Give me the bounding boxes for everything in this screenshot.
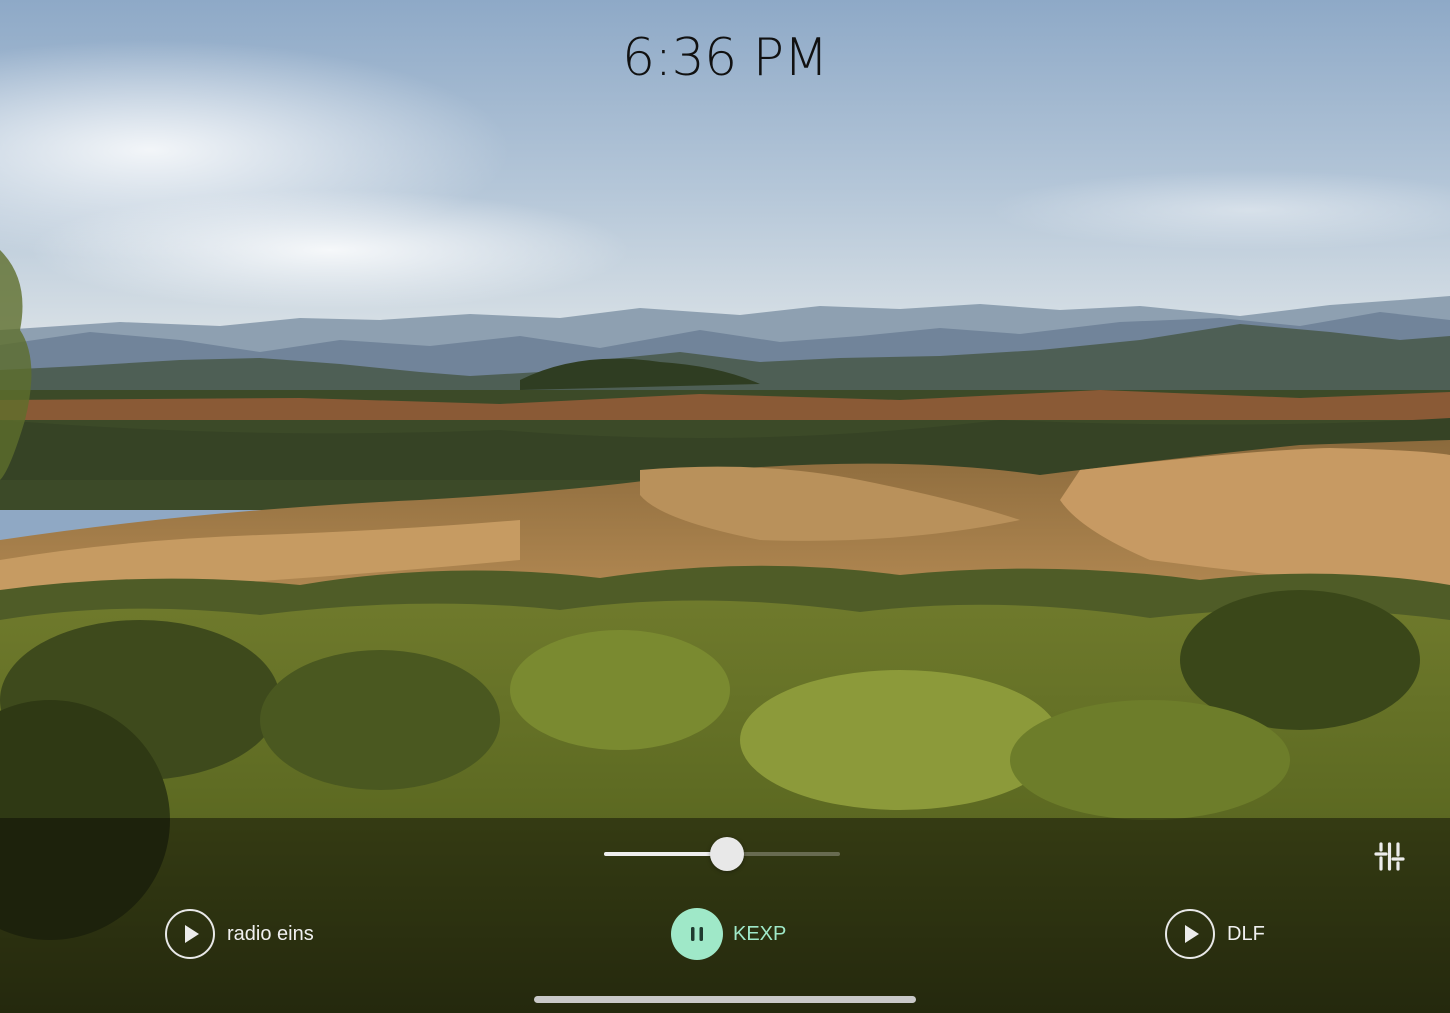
play-icon — [1185, 925, 1199, 943]
volume-slider[interactable] — [604, 837, 840, 871]
clock-time: 6:36 PM — [621, 28, 829, 88]
equalizer-settings-button[interactable] — [1368, 836, 1412, 876]
pause-button[interactable] — [671, 908, 723, 960]
home-indicator[interactable] — [534, 996, 916, 1003]
volume-slider-fill — [604, 852, 727, 856]
equalizer-sliders-icon — [1374, 842, 1405, 871]
pause-icon — [691, 927, 703, 941]
station-label: KEXP — [733, 922, 787, 945]
volume-slider-thumb[interactable] — [709, 837, 744, 871]
play-button[interactable] — [1165, 909, 1215, 959]
station-radio-eins[interactable]: radio eins — [165, 907, 314, 961]
station-label: DLF — [1227, 922, 1265, 945]
station-dlf[interactable]: DLF — [1165, 907, 1265, 961]
play-icon — [185, 925, 199, 943]
station-kexp[interactable]: KEXP — [671, 907, 786, 961]
station-label: radio eins — [227, 922, 314, 945]
play-button[interactable] — [165, 909, 215, 959]
lock-screen: 6:36 PM radio eins KEXP DLF — [0, 0, 1450, 1013]
